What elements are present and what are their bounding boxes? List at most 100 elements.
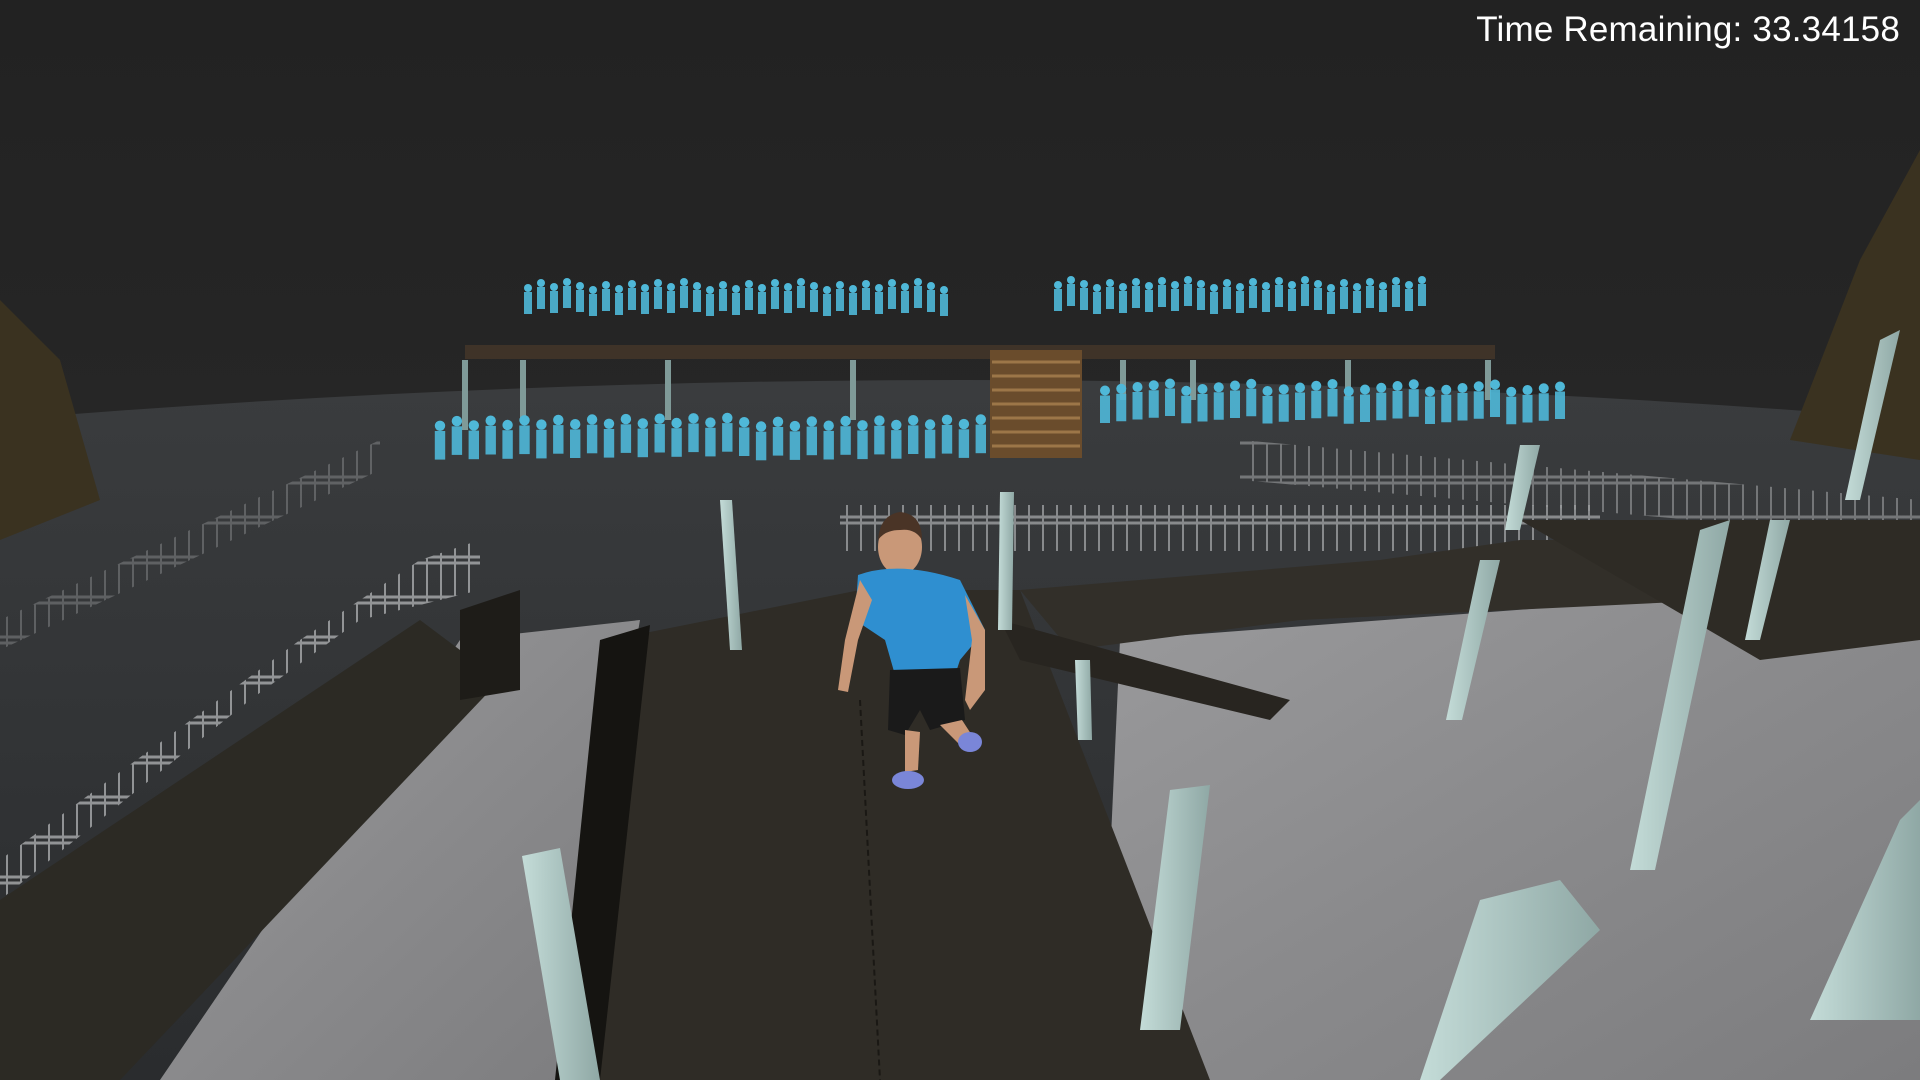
- spectator-figure: [1405, 281, 1413, 311]
- spectator-figure: [1360, 384, 1370, 422]
- spectator-figure: [927, 282, 935, 312]
- spectator-figure: [1100, 385, 1110, 423]
- spectator-figure: [914, 278, 922, 308]
- spectator-figure: [680, 278, 688, 308]
- spectator-figure: [975, 414, 986, 454]
- spectator-figure: [468, 420, 479, 460]
- spectator-figure: [1379, 282, 1387, 312]
- spectator-figure: [1236, 283, 1244, 313]
- spectator-figure: [901, 283, 909, 313]
- spectator-figure: [772, 416, 784, 456]
- spectator-figure: [732, 285, 740, 315]
- spectator-figure: [1327, 284, 1335, 314]
- spectator-figure: [620, 413, 632, 453]
- spectator-figure: [1295, 382, 1305, 420]
- spectator-figure: [563, 278, 571, 308]
- spectator-figure: [628, 280, 636, 310]
- spectator-figure: [1262, 282, 1270, 312]
- spectator-figure: [745, 280, 753, 310]
- spectator-figure: [553, 414, 564, 454]
- spectator-figure: [1441, 384, 1452, 423]
- spectator-figure: [1067, 276, 1075, 306]
- spectator-figure: [637, 418, 648, 458]
- spectator-figure: [1311, 380, 1322, 419]
- spectator-figure: [806, 416, 817, 456]
- spectator-figure: [1210, 284, 1218, 314]
- timer-value: 33.34158: [1752, 10, 1900, 49]
- spectator-figure: [1457, 383, 1468, 421]
- spectator-figure: [958, 418, 970, 458]
- spectator-figure: [589, 286, 597, 316]
- spectator-figure: [1171, 281, 1179, 311]
- spectator-figure: [1376, 382, 1387, 421]
- spectator-figure: [1080, 280, 1088, 310]
- spectator-figure: [758, 284, 766, 314]
- spectator-figure: [1490, 379, 1500, 417]
- spectator-figure: [836, 281, 844, 311]
- spectator-figure: [771, 279, 779, 309]
- spectator-figure: [1132, 278, 1140, 308]
- timer-label: Time Remaining:: [1476, 10, 1743, 49]
- spectator-figure: [862, 280, 870, 310]
- spectator-figure: [1343, 386, 1354, 424]
- spectator-figure: [667, 283, 675, 313]
- spectator-figure: [451, 415, 463, 455]
- spectator-figure: [1366, 278, 1374, 308]
- spectator-figure: [1278, 384, 1289, 422]
- spectator-figure: [908, 415, 919, 454]
- spectator-figure: [576, 282, 584, 312]
- spectator-figure: [654, 413, 665, 453]
- spectator-figure: [840, 415, 851, 455]
- spectator-figure: [789, 420, 801, 460]
- spectator-figure: [524, 284, 532, 314]
- spectator-figure: [671, 417, 682, 457]
- spectator-figure: [1301, 276, 1309, 306]
- spectator-figure: [1116, 383, 1127, 422]
- spectator-figure: [519, 415, 530, 455]
- spectator-figure: [1249, 278, 1257, 308]
- spectator-figure: [1132, 382, 1143, 420]
- spectator-figure: [602, 281, 610, 311]
- spectator-figure: [739, 417, 750, 456]
- spectator-figure: [1425, 386, 1435, 424]
- spectator-figure: [1223, 279, 1231, 309]
- spectator-figure: [1392, 277, 1400, 307]
- spectator-figure: [705, 417, 716, 457]
- spectator-figure: [1522, 385, 1533, 423]
- spectator-figure: [875, 284, 883, 314]
- spectator-figure: [924, 419, 936, 459]
- spectator-figure: [1418, 276, 1426, 306]
- spectator-figure: [434, 420, 446, 460]
- spectator-figure: [784, 283, 792, 313]
- spectator-figure: [1119, 283, 1127, 313]
- spectator-figure: [550, 283, 558, 313]
- spectator-figure: [615, 285, 623, 315]
- spectator-figure: [537, 279, 545, 309]
- spectator-figure: [693, 282, 701, 312]
- spectator-figure: [485, 415, 496, 455]
- spectator-figure: [797, 278, 805, 308]
- upper-stand-deck: [465, 345, 1495, 359]
- spectator-figure: [1340, 279, 1348, 309]
- spectator-figure: [1197, 280, 1205, 310]
- spectator-figure: [586, 414, 598, 454]
- spectator-figure: [857, 420, 868, 460]
- spectator-figure: [941, 414, 953, 454]
- spectator-figure: [1184, 276, 1192, 306]
- spectator-figure: [536, 419, 547, 459]
- spectator-figure: [1327, 379, 1338, 417]
- game-viewport: Time Remaining: 33.34158: [0, 0, 1920, 1080]
- spectator-figure: [1314, 280, 1322, 310]
- spectator-figure: [940, 286, 948, 316]
- spectator-figure: [1275, 277, 1283, 307]
- spectator-figure: [1106, 279, 1114, 309]
- spectator-figure: [823, 420, 834, 460]
- spectator-figure: [1093, 284, 1101, 314]
- spectator-figure: [1165, 378, 1175, 416]
- spectator-figure: [603, 418, 615, 458]
- center-stairs: [990, 350, 1082, 458]
- spectator-figure: [1158, 277, 1166, 307]
- spectator-figure: [719, 281, 727, 311]
- spectator-figure: [1197, 384, 1208, 422]
- spectator-figure: [1473, 381, 1484, 419]
